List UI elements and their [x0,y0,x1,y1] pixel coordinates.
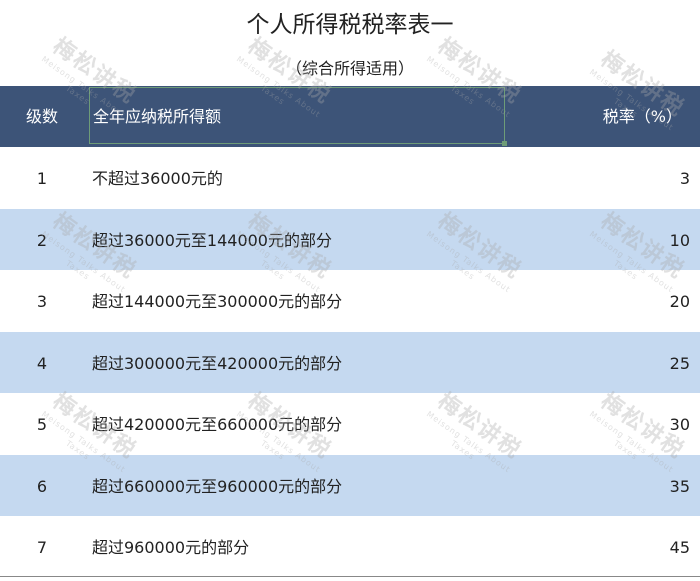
rate-cell[interactable]: 20 [670,270,690,331]
rate-cell[interactable]: 35 [670,455,690,516]
fill-handle[interactable] [502,141,507,146]
level-cell[interactable]: 1 [0,147,84,208]
table-row: 7 超过960000元的部分 45 [0,516,700,578]
range-cell[interactable]: 超过420000元至660000元的部分 [92,393,342,454]
level-cell[interactable]: 2 [0,209,84,270]
table-row: 6 超过660000元至960000元的部分 35 [0,454,700,516]
level-cell[interactable]: 6 [0,455,84,516]
table-row: 5 超过420000元至660000元的部分 30 [0,393,700,455]
table-subtitle: （综合所得适用） [285,59,414,78]
range-cell[interactable]: 超过660000元至960000元的部分 [92,455,342,516]
header-level-cell[interactable]: 级数 [0,86,84,147]
table-bottom-border [0,576,700,577]
table-row: 1 不超过36000元的 3 [0,147,700,209]
level-cell[interactable]: 7 [0,516,84,577]
rate-cell[interactable]: 45 [670,516,690,577]
table-title: 个人所得税税率表一 [246,12,454,38]
rate-cell[interactable]: 30 [670,393,690,454]
header-range-cell[interactable]: 全年应纳税所得额 [89,87,507,146]
range-cell[interactable]: 超过300000元至420000元的部分 [92,332,342,393]
header-rate-cell[interactable]: 税率（%） [603,86,682,147]
level-cell[interactable]: 3 [0,270,84,331]
header-range-label: 全年应纳税所得额 [93,107,222,126]
rate-cell[interactable]: 3 [680,147,690,208]
table-body: 1 不超过36000元的 3 2 超过36000元至144000元的部分 10 … [0,147,700,578]
rate-cell[interactable]: 10 [670,209,690,270]
rate-cell[interactable]: 25 [670,332,690,393]
range-cell[interactable]: 不超过36000元的 [92,147,223,208]
table-row: 3 超过144000元至300000元的部分 20 [0,270,700,332]
range-cell[interactable]: 超过36000元至144000元的部分 [92,209,332,270]
table-row: 4 超过300000元至420000元的部分 25 [0,331,700,393]
range-cell[interactable]: 超过144000元至300000元的部分 [92,270,342,331]
table-header-row: 级数 全年应纳税所得额 税率（%） [0,86,700,147]
level-cell[interactable]: 5 [0,393,84,454]
range-cell[interactable]: 超过960000元的部分 [92,516,249,577]
level-cell[interactable]: 4 [0,332,84,393]
table-row: 2 超过36000元至144000元的部分 10 [0,208,700,270]
